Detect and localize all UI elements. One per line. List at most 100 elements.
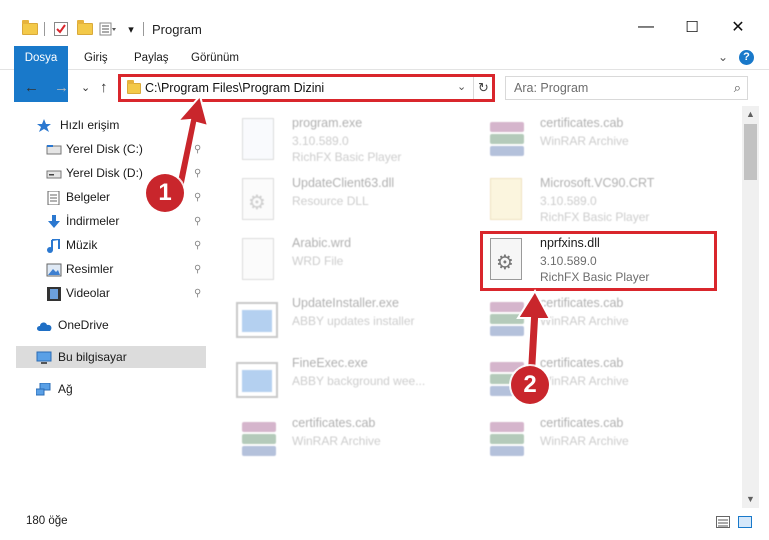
- close-button[interactable]: ✕: [715, 12, 761, 42]
- sidebar-item-onedrive[interactable]: OneDrive: [36, 314, 196, 336]
- tab-home[interactable]: Giriş: [84, 46, 108, 70]
- sidebar-item-label: Yerel Disk (D:): [66, 166, 143, 180]
- file-type: WinRAR Archive: [540, 374, 629, 388]
- sidebar-item-pictures[interactable]: Resimler: [46, 258, 206, 280]
- file-highlight-box: [480, 231, 717, 291]
- properties-checkmark-icon[interactable]: [52, 20, 70, 38]
- search-icon[interactable]: ⌕: [734, 80, 741, 96]
- folder-icon: [484, 178, 528, 222]
- sidebar-item-label: Videolar: [66, 286, 110, 300]
- file-type: Resource DLL: [292, 194, 369, 208]
- file-version: 3.10.589.0: [292, 134, 349, 148]
- drive-icon: [46, 142, 62, 156]
- file-name: UpdateInstaller.exe: [292, 296, 400, 310]
- app-window-icon: [236, 358, 280, 402]
- file-name: program.exe: [292, 116, 363, 130]
- file-type: WRD File: [292, 254, 344, 268]
- ribbon-tabs: Dosya Giriş Paylaş Görünüm ⌄ ?: [0, 46, 769, 102]
- sidebar-item-local-disk-c[interactable]: Yerel Disk (C:): [46, 138, 206, 160]
- sidebar-item-label: Belgeler: [66, 190, 111, 204]
- file-description: ABBY background wee...: [292, 374, 426, 388]
- window-title: Program: [152, 22, 202, 37]
- recent-locations-button[interactable]: ⌄: [81, 81, 90, 94]
- scrollbar-thumb[interactable]: [744, 124, 757, 180]
- details-view-icon[interactable]: [716, 516, 730, 528]
- tab-view[interactable]: Görünüm: [191, 46, 239, 70]
- network-icon: [35, 382, 52, 396]
- pin-icon: ⚲: [194, 216, 202, 227]
- sidebar-item-this-pc[interactable]: Bu bilgisayar: [16, 346, 206, 368]
- file-item[interactable]: FineExec.exe ABBY background wee...: [236, 352, 476, 408]
- back-button[interactable]: ←: [24, 79, 39, 96]
- sidebar-item-label: Bu bilgisayar: [58, 350, 127, 364]
- customize-toolbar-icon[interactable]: [98, 20, 118, 38]
- sidebar-item-label: Resimler: [66, 262, 114, 276]
- file-item[interactable]: certificates.cab WinRAR Archive: [484, 412, 724, 468]
- pin-icon: ⚲: [194, 144, 202, 155]
- scroll-down-icon[interactable]: ▼: [742, 491, 759, 508]
- file-item[interactable]: program.exe 3.10.589.0 RichFX Basic Play…: [236, 112, 476, 168]
- file-name: certificates.cab: [540, 356, 624, 370]
- vertical-scrollbar[interactable]: ▲ ▼: [742, 106, 759, 508]
- sidebar-item-music[interactable]: Müzik: [46, 234, 206, 256]
- sidebar-item-videos[interactable]: Videolar: [46, 282, 206, 304]
- up-button[interactable]: ↑: [100, 79, 108, 96]
- address-highlight-box: [118, 74, 495, 102]
- quick-access-dropdown-icon[interactable]: ▾: [124, 20, 138, 38]
- scroll-up-icon[interactable]: ▲: [742, 106, 759, 123]
- file-item[interactable]: ⚙ UpdateClient63.dll Resource DLL: [236, 172, 476, 228]
- search-box[interactable]: Ara: Program ⌕: [505, 76, 748, 100]
- sidebar-item-downloads[interactable]: İndirmeler: [46, 210, 206, 232]
- file-name: FineExec.exe: [292, 356, 368, 370]
- pin-icon: ⚲: [194, 192, 202, 203]
- file-name: certificates.cab: [292, 416, 376, 430]
- new-folder-icon[interactable]: [77, 20, 93, 38]
- sidebar-item-label: Ağ: [58, 382, 73, 396]
- expand-ribbon-icon[interactable]: ⌄: [718, 50, 728, 64]
- sidebar-item-label: Müzik: [66, 238, 98, 252]
- winrar-icon: [484, 298, 528, 342]
- large-icons-view-icon[interactable]: [738, 516, 752, 528]
- sidebar-item-quick-access[interactable]: Hızlı erişim: [36, 114, 196, 136]
- pin-icon: ⚲: [194, 168, 202, 179]
- file-item[interactable]: certificates.cab WinRAR Archive: [484, 292, 724, 348]
- app-window-icon: [236, 298, 280, 342]
- file-item[interactable]: certificates.cab WinRAR Archive: [484, 112, 724, 168]
- file-item[interactable]: certificates.cab WinRAR Archive: [236, 412, 476, 468]
- file-item[interactable]: UpdateInstaller.exe ABBY updates install…: [236, 292, 476, 348]
- folder-icon: [22, 20, 38, 38]
- music-icon: [46, 237, 62, 253]
- file-description: RichFX Basic Player: [292, 150, 402, 164]
- winrar-icon: [484, 118, 528, 162]
- star-icon: [36, 118, 52, 132]
- step-2-badge: 2: [511, 366, 549, 404]
- maximize-button[interactable]: ☐: [669, 12, 715, 42]
- toolbar-separator: [143, 22, 144, 36]
- sidebar-item-label: OneDrive: [58, 318, 109, 332]
- cloud-icon: [36, 318, 52, 332]
- sidebar-item-label: Hızlı erişim: [60, 118, 120, 132]
- file-name: certificates.cab: [540, 116, 624, 130]
- file-version: 3.10.589.0: [540, 194, 597, 208]
- file-description: RichFX Basic Player: [540, 210, 650, 224]
- download-icon: [46, 214, 62, 228]
- sidebar-item-network[interactable]: Ağ: [35, 378, 196, 400]
- sidebar-item-label: Yerel Disk (C:): [66, 142, 143, 156]
- file-name: certificates.cab: [540, 296, 624, 310]
- file-item[interactable]: Arabic.wrd WRD File: [236, 232, 476, 288]
- pin-icon: ⚲: [194, 240, 202, 251]
- status-bar: 180 öğe: [0, 508, 769, 540]
- minimize-button[interactable]: —: [623, 12, 669, 42]
- computer-icon: [36, 350, 52, 364]
- search-input[interactable]: Ara: Program: [514, 81, 588, 95]
- help-icon[interactable]: ?: [739, 50, 754, 65]
- sidebar-item-local-disk-d[interactable]: Yerel Disk (D:): [46, 162, 206, 184]
- item-count: 180 öğe: [26, 515, 68, 527]
- tab-share[interactable]: Paylaş: [134, 46, 169, 70]
- forward-button[interactable]: →: [54, 79, 69, 96]
- file-name: Microsoft.VC90.CRT: [540, 176, 655, 190]
- file-list: program.exe 3.10.589.0 RichFX Basic Play…: [206, 106, 742, 508]
- documents-icon: [46, 190, 62, 206]
- drive-icon: [46, 166, 62, 180]
- file-item[interactable]: Microsoft.VC90.CRT 3.10.589.0 RichFX Bas…: [484, 172, 724, 228]
